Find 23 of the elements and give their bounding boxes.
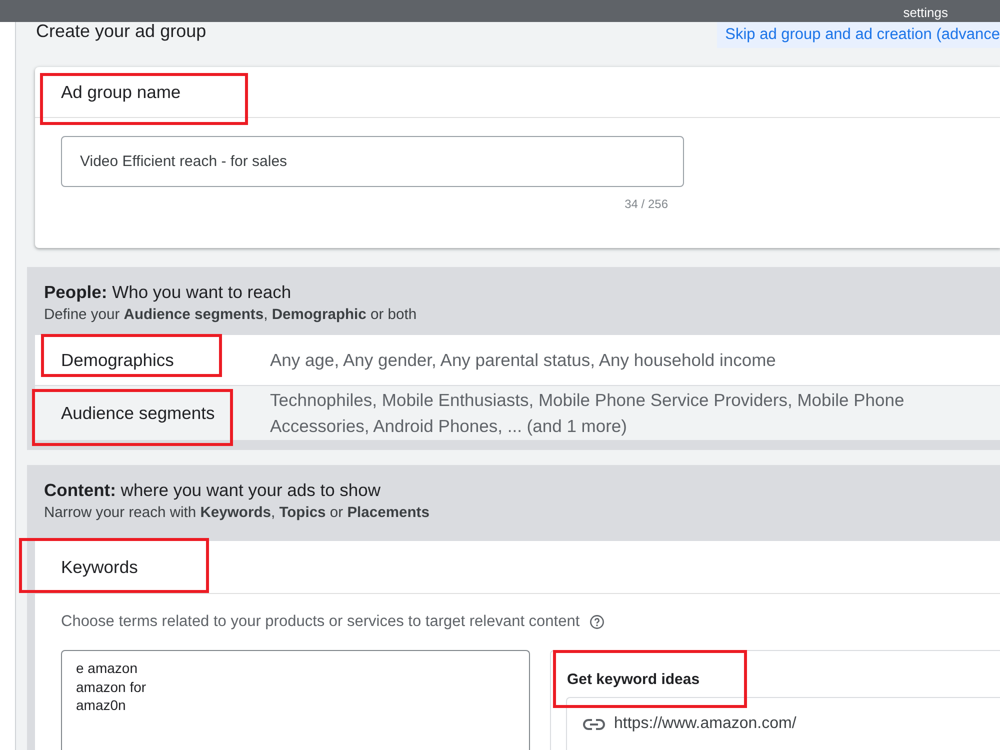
row-label: Demographics — [61, 350, 174, 370]
row-summary: Technophiles, Mobile Enthusiasts, Mobile Phone Service Providers, Mobile Phone Accessories, Android Phones, ... (and 1 more) — [270, 389, 906, 438]
targeting-row[interactable]: Demographics Any age, Any gender, Any parental status, Any household income — [35, 335, 1000, 385]
help-icon[interactable] — [590, 615, 604, 629]
nav-link[interactable]: settings — [903, 5, 948, 22]
section-subtitle: Define your Audience segments, Demographic or both — [44, 306, 418, 324]
character-counter: 34 / 256 — [624, 197, 668, 211]
page-title: Create your ad group — [36, 22, 206, 40]
skip-link[interactable]: Skip ad group and ad creation (advance — [717, 22, 1000, 48]
section-title: Content: where you want your ads to show — [44, 480, 382, 500]
hint-text: Choose terms related to your products or services to target relevant content — [61, 613, 580, 631]
keywords-field[interactable]: e amazon amazon for amaz0n — [61, 650, 530, 750]
targeting-row[interactable]: Audience segments Technophiles, Mobile Enthusiasts, Mobile Phone Service Providers, Mobile Phone Accessories, Android Phones, ... (and 1 more) — [35, 386, 1000, 440]
link-icon — [583, 718, 605, 730]
row-label: Audience segments — [61, 402, 215, 424]
section-title: People: Who you want to reach — [44, 282, 292, 302]
panel-title: Get keyword ideas — [566, 670, 701, 690]
card-title: Keywords — [61, 556, 138, 578]
row-summary: Any age, Any gender, Any parental status, Any household income — [270, 349, 777, 372]
card-title: Ad group name — [61, 82, 181, 102]
ad-group-name-field[interactable]: Video Efficient reach - for sales — [61, 136, 684, 187]
url-field[interactable]: https://www.amazon.com/ — [566, 697, 1000, 750]
section-subtitle: Narrow your reach with Keywords, Topics or Placements — [44, 504, 430, 522]
